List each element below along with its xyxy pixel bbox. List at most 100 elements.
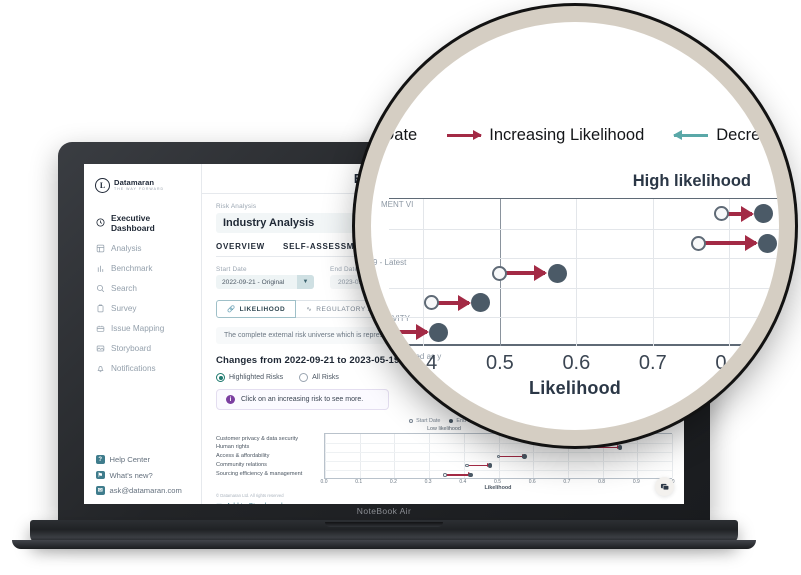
change-arrow[interactable] bbox=[588, 444, 621, 449]
x-tick-label: 0.8 bbox=[598, 478, 606, 485]
sidebar-item-storyboard[interactable]: Storyboard bbox=[84, 338, 201, 358]
start-date-marker[interactable] bbox=[714, 206, 730, 222]
x-tick-label: 0.2 bbox=[389, 478, 397, 485]
sidebar-item-benchmark[interactable]: Benchmark bbox=[84, 258, 201, 278]
start-date-marker[interactable] bbox=[691, 235, 707, 251]
device-model-label: NoteBook Air bbox=[356, 506, 412, 516]
start-date-marker[interactable] bbox=[492, 265, 508, 281]
search-icon bbox=[96, 284, 105, 293]
end-date-marker[interactable] bbox=[522, 454, 527, 459]
contact-email-link[interactable]: ✉ ask@datamaran.com bbox=[96, 486, 191, 495]
map-icon bbox=[96, 324, 105, 333]
risk-category-labels: Customer privacy & data security Human r… bbox=[216, 433, 324, 479]
x-tick-label: 0.4 bbox=[409, 352, 438, 374]
sidebar-item-label: Issue Mapping bbox=[111, 323, 165, 333]
gridline bbox=[389, 258, 779, 260]
radio-highlighted-label: Highlighted Risks bbox=[229, 374, 284, 381]
end-date-marker[interactable] bbox=[471, 293, 491, 313]
change-arrow[interactable] bbox=[467, 463, 491, 468]
end-date-marker[interactable] bbox=[758, 233, 778, 253]
sidebar-item-survey[interactable]: Survey bbox=[84, 298, 201, 318]
sidebar-footer: ? Help Center ⚑ What's new? ✉ ask@datama… bbox=[84, 455, 201, 504]
end-date-marker[interactable] bbox=[754, 204, 774, 224]
start-date-label: Start Date bbox=[216, 265, 247, 273]
arrow-right-icon bbox=[447, 130, 483, 140]
storyboard-icon: ☐ bbox=[216, 503, 222, 505]
radio-all-risks[interactable]: All Risks bbox=[299, 373, 339, 382]
start-date-marker[interactable] bbox=[373, 324, 389, 340]
start-date-marker[interactable] bbox=[423, 295, 439, 311]
magnified-legend: nd Date Increasing Likelihood Decreasin bbox=[371, 126, 779, 145]
sidebar-nav: Executive Dashboard Analysis Benchmark S… bbox=[84, 203, 201, 378]
legend-increasing-likelihood: Increasing Likelihood bbox=[447, 126, 644, 145]
info-icon: i bbox=[226, 395, 235, 404]
end-date-marker[interactable] bbox=[547, 263, 567, 283]
sidebar-item-notifications[interactable]: Notifications bbox=[84, 358, 201, 378]
x-tick-label: 0.4 bbox=[459, 478, 467, 485]
start-date-marker[interactable] bbox=[496, 454, 501, 459]
radio-all-label: All Risks bbox=[312, 374, 339, 381]
contact-email-label: ask@datamaran.com bbox=[109, 486, 182, 495]
pulse-icon: ∿ bbox=[306, 306, 313, 313]
tab-overview[interactable]: OVERVIEW bbox=[216, 242, 265, 251]
gridline bbox=[325, 451, 672, 453]
bell-icon bbox=[96, 364, 105, 373]
add-to-storyboard-button[interactable]: ☐ Add to Storyboard bbox=[216, 503, 672, 504]
start-date-select[interactable]: 2022-09-21 - Original ▼ bbox=[216, 275, 314, 289]
add-to-storyboard-label: Add to Storyboard bbox=[226, 503, 282, 504]
x-tick-label: 0.8 bbox=[715, 352, 744, 374]
whats-new-label: What's new? bbox=[109, 470, 153, 480]
sidebar-item-search[interactable]: Search bbox=[84, 278, 201, 298]
start-date-marker[interactable] bbox=[442, 473, 447, 477]
list-item: Customer privacy & data security bbox=[216, 435, 299, 442]
increasing-arrow[interactable] bbox=[698, 235, 758, 252]
laptop-foot bbox=[12, 540, 756, 549]
sidebar: L Datamaran THE WAY FORWARD Executive Da… bbox=[84, 164, 202, 504]
sidebar-item-label: Executive Dashboard bbox=[111, 212, 155, 233]
start-date-marker[interactable] bbox=[586, 445, 591, 450]
sidebar-item-label: Benchmark bbox=[111, 263, 153, 273]
mail-icon: ✉ bbox=[96, 486, 105, 495]
segment-likelihood[interactable]: 🔗 LIKELIHOOD bbox=[216, 300, 297, 318]
list-item: Community relations bbox=[216, 462, 267, 469]
magnifier-lens: MENT VI 9 - Latest Y ACTIVITY ch is repr… bbox=[355, 6, 795, 446]
whats-new-link[interactable]: ⚑ What's new? bbox=[96, 471, 191, 480]
x-tick-label: 0.3 bbox=[424, 478, 432, 485]
legend-end-date-label: nd Date bbox=[371, 126, 418, 144]
x-tick-label: 0.5 bbox=[494, 478, 501, 485]
change-arrow[interactable] bbox=[444, 472, 472, 477]
radio-highlighted-risks[interactable]: Highlighted Risks bbox=[216, 373, 283, 382]
legend-end-date-magnified: nd Date bbox=[371, 126, 417, 145]
sidebar-item-label: Storyboard bbox=[111, 343, 152, 353]
end-date-marker[interactable] bbox=[468, 472, 474, 478]
image-icon bbox=[96, 344, 105, 353]
magnified-x-axis-label: Likelihood bbox=[529, 378, 621, 398]
brand-tagline: THE WAY FORWARD bbox=[114, 187, 165, 192]
chevron-down-icon[interactable]: ▼ bbox=[297, 275, 314, 289]
list-item: Sourcing efficiency & management bbox=[216, 471, 303, 478]
gridline bbox=[389, 287, 779, 289]
list-item: Human rights bbox=[216, 444, 250, 451]
gridline bbox=[576, 199, 578, 346]
sidebar-item-label: Survey bbox=[111, 303, 137, 313]
x-tick-label: 0.0 bbox=[320, 478, 328, 485]
sidebar-item-issue-mapping[interactable]: Issue Mapping bbox=[84, 318, 201, 338]
end-date-marker[interactable] bbox=[429, 322, 449, 342]
magnifier-glass: MENT VI 9 - Latest Y ACTIVITY ch is repr… bbox=[371, 22, 779, 430]
legend-increasing-label: Increasing Likelihood bbox=[489, 126, 645, 144]
help-center-link[interactable]: ? Help Center bbox=[96, 455, 191, 464]
sidebar-item-label: Notifications bbox=[111, 363, 156, 373]
chat-bubble-icon[interactable] bbox=[655, 477, 674, 496]
change-arrow[interactable] bbox=[498, 453, 526, 458]
start-date-marker[interactable] bbox=[465, 463, 470, 468]
link-icon: 🔗 bbox=[227, 306, 236, 313]
end-date-marker[interactable] bbox=[487, 463, 493, 468]
magnified-plot-area[interactable] bbox=[373, 198, 779, 346]
screenshot-stage: L Datamaran THE WAY FORWARD Executive Da… bbox=[0, 0, 801, 575]
x-tick-label: 0.1 bbox=[355, 478, 363, 485]
gridline bbox=[729, 199, 731, 346]
sidebar-item-executive-dashboard[interactable]: Executive Dashboard bbox=[84, 207, 201, 238]
x-tick-label: 0.9 bbox=[632, 478, 640, 485]
sidebar-item-analysis[interactable]: Analysis bbox=[84, 238, 201, 258]
brand-logo: L Datamaran THE WAY FORWARD bbox=[84, 170, 201, 203]
